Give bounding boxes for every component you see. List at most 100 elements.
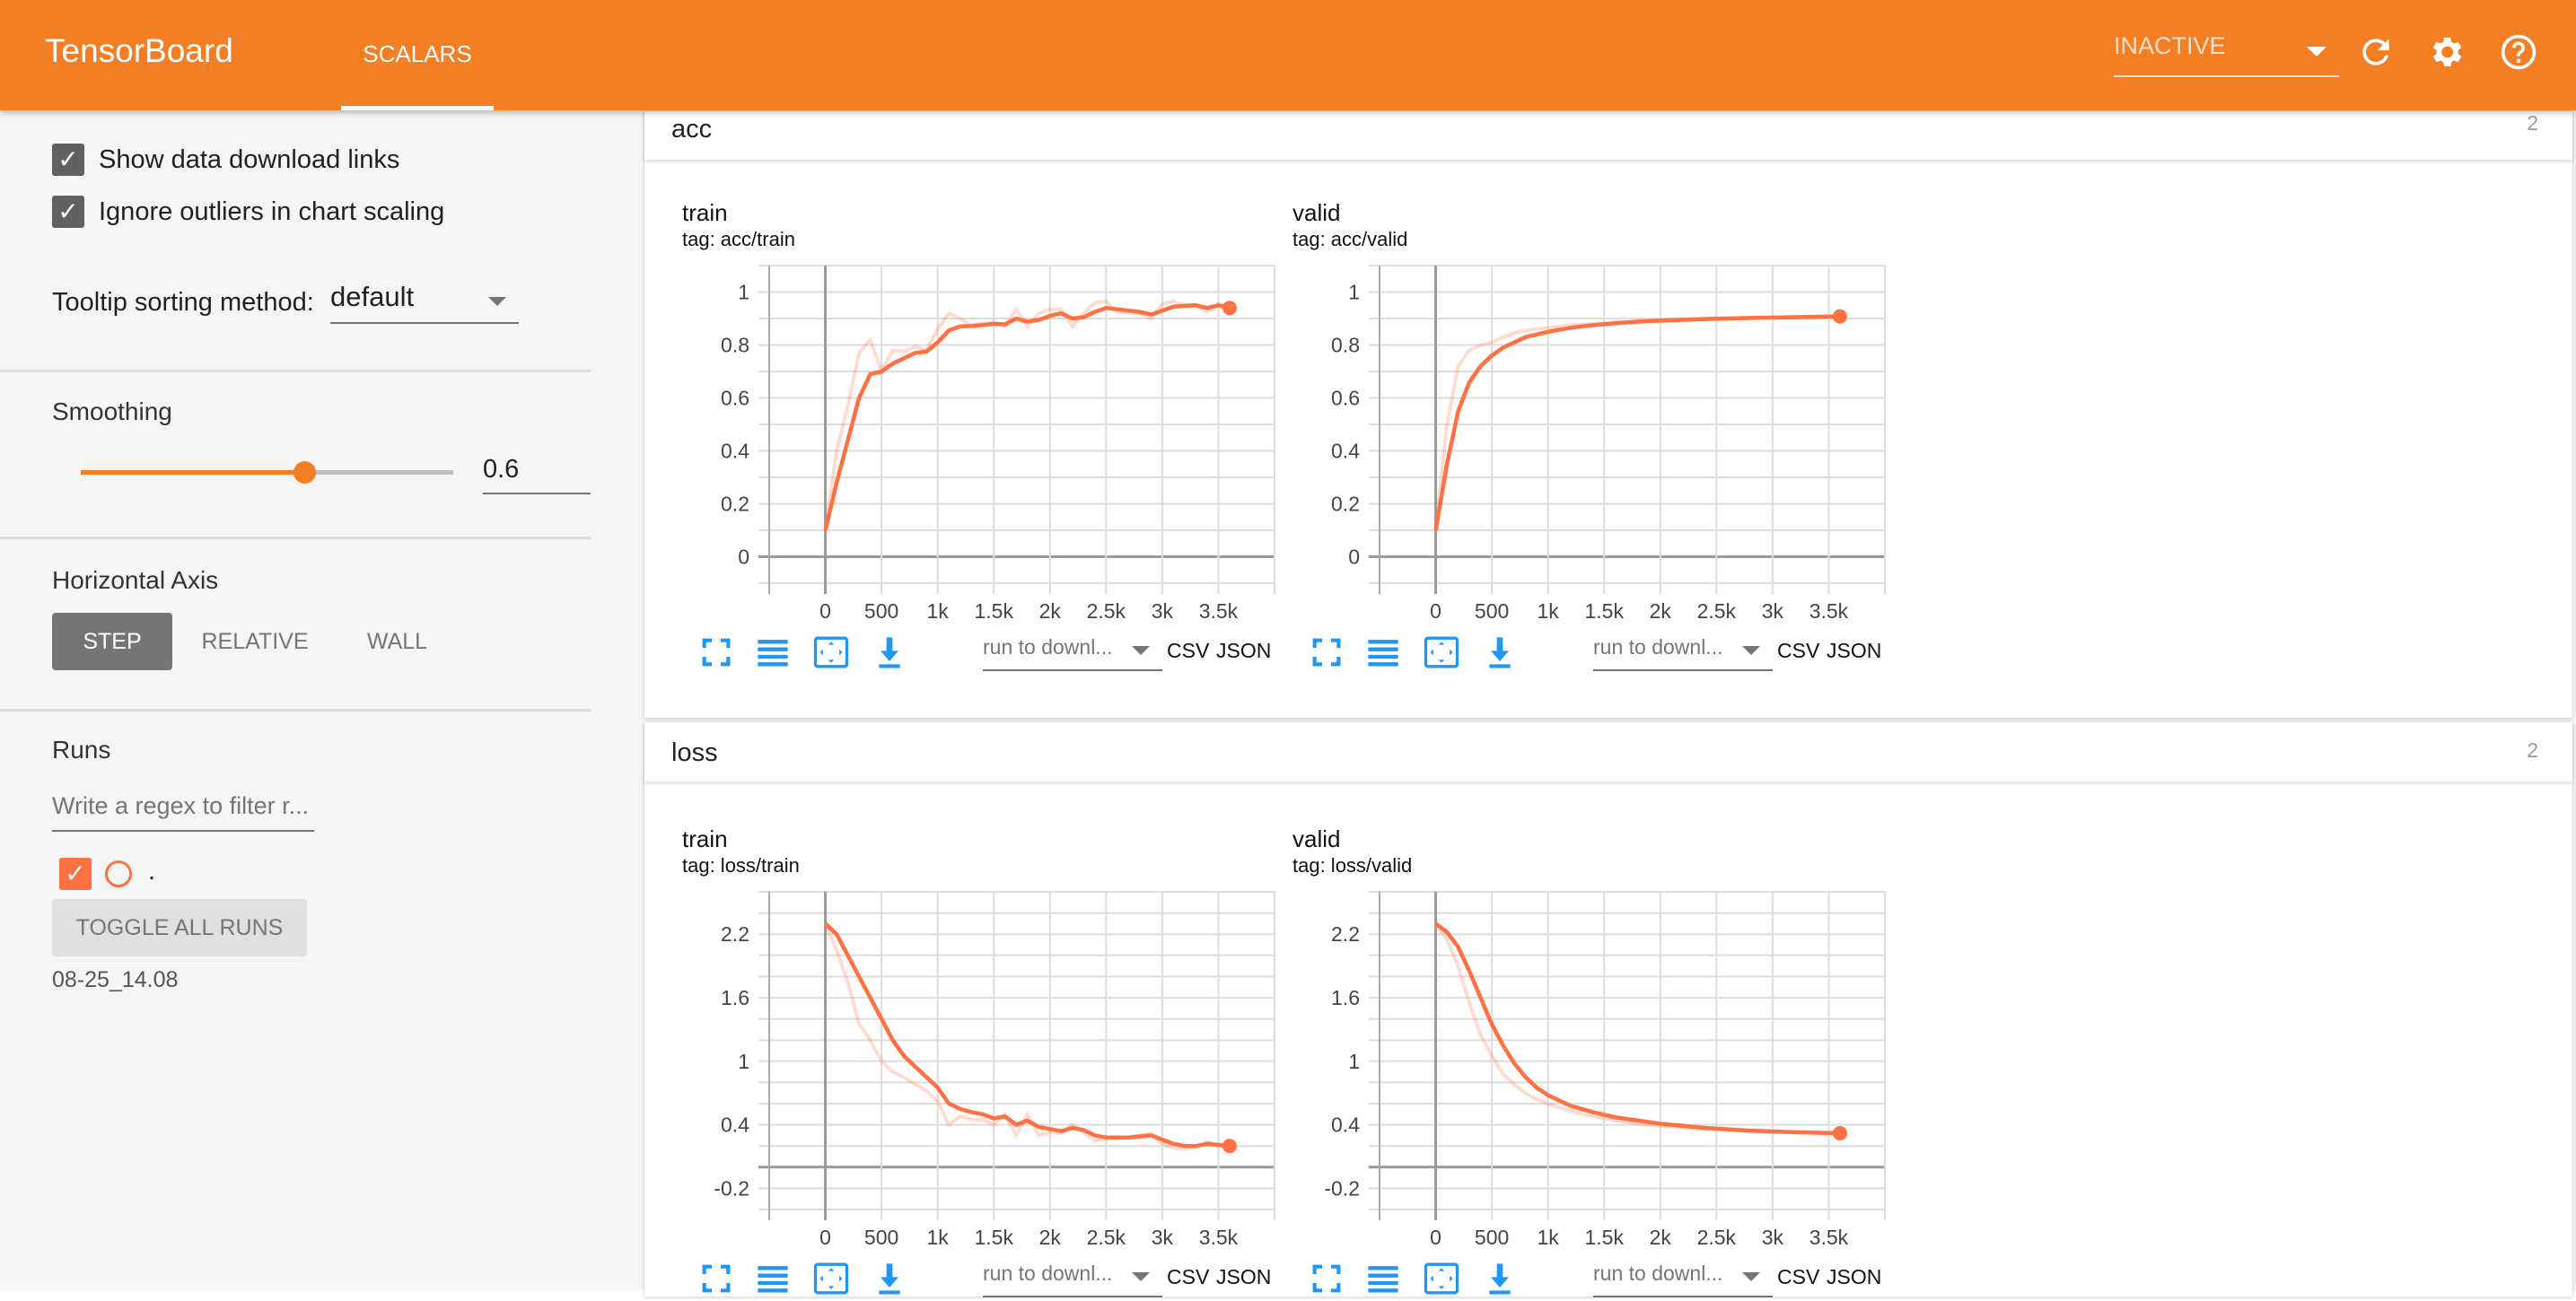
- chevron-down-icon: [1132, 646, 1150, 655]
- fullscreen-icon[interactable]: [698, 1261, 734, 1297]
- last-point-marker: [1222, 1139, 1237, 1154]
- x-tick-label: 1k: [927, 1226, 950, 1245]
- x-tick-label: 2.5k: [1697, 599, 1737, 619]
- y-tick-label: -0.2: [1324, 1176, 1360, 1200]
- line-chart[interactable]: 0 0.2 0.4 0.6 0.8 1 0 500 1k 1.5k 2k 2.5k 3k 3.5k: [682, 260, 1292, 619]
- csv-link[interactable]: CSV: [1777, 1265, 1819, 1289]
- fit-domain-icon[interactable]: [813, 1261, 849, 1297]
- x-tick-label: 500: [1475, 599, 1509, 619]
- run-download-select[interactable]: run to downl...: [983, 1262, 1162, 1297]
- x-tick-label: 2.5k: [1697, 1226, 1737, 1245]
- json-link[interactable]: JSON: [1827, 639, 1881, 663]
- tooltip-sorting-select[interactable]: default: [330, 281, 519, 324]
- y-tick-label: 0.8: [1331, 334, 1360, 357]
- raw-series-line: [823, 299, 1231, 531]
- dashboard-select-value: INACTIVE: [2114, 32, 2226, 59]
- refresh-icon[interactable]: [2356, 32, 2396, 72]
- chart-title: valid: [1292, 825, 1341, 852]
- gear-icon[interactable]: [2426, 32, 2466, 72]
- smoothing-slider[interactable]: [81, 461, 453, 484]
- run-download-placeholder: run to downl...: [983, 1262, 1113, 1285]
- show-download-links-checkbox[interactable]: ✓: [52, 144, 84, 176]
- download-icon[interactable]: [872, 634, 907, 670]
- y-tick-label: 0.6: [1331, 387, 1360, 410]
- y-tick-label: 0.4: [1331, 1113, 1360, 1137]
- y-tick-label: 1: [738, 281, 749, 304]
- x-tick-label: 2.5k: [1087, 599, 1126, 619]
- x-tick-label: 1k: [1538, 599, 1560, 619]
- smoothing-value-input[interactable]: 0.6: [483, 455, 591, 494]
- horizontal-axis-label: Horizontal Axis: [52, 566, 219, 594]
- y-tick-label: -0.2: [714, 1176, 749, 1200]
- run-download-select[interactable]: run to downl...: [983, 635, 1162, 671]
- csv-link[interactable]: CSV: [1167, 1265, 1209, 1289]
- run-download-placeholder: run to downl...: [1593, 635, 1723, 659]
- fit-domain-icon[interactable]: [1424, 1261, 1459, 1297]
- y-tick-label: 1: [738, 1050, 749, 1073]
- download-icon[interactable]: [1482, 1261, 1518, 1297]
- json-link[interactable]: JSON: [1216, 639, 1271, 663]
- tooltip-sorting-value: default: [330, 281, 415, 312]
- y-tick-label: 0.4: [721, 1113, 749, 1137]
- divider: [0, 709, 591, 712]
- run-color-radio[interactable]: [105, 860, 132, 887]
- toggle-log-scale-icon[interactable]: [1365, 634, 1401, 670]
- card-header-loss[interactable]: loss 2: [644, 722, 2572, 781]
- y-tick-label: 0.2: [1331, 493, 1360, 516]
- x-tick-label: 0: [819, 599, 831, 619]
- chevron-down-icon: [1742, 646, 1760, 655]
- download-icon[interactable]: [872, 1261, 907, 1297]
- x-tick-label: 3.5k: [1809, 599, 1849, 619]
- csv-link[interactable]: CSV: [1777, 639, 1819, 663]
- line-chart[interactable]: -0.2 0.4 1 1.6 2.2 0 500 1k 1.5k 2k 2.5k 3k 3.5k: [682, 886, 1292, 1245]
- x-tick-label: 3k: [1762, 1226, 1784, 1245]
- y-tick-label: 2.2: [721, 922, 749, 946]
- x-tick-label: 1.5k: [1584, 599, 1624, 619]
- download-icon[interactable]: [1482, 634, 1518, 670]
- x-tick-label: 3.5k: [1199, 1226, 1239, 1245]
- line-chart[interactable]: -0.2 0.4 1 1.6 2.2 0 500 1k 1.5k 2k 2.5k 3k 3.5k: [1292, 886, 1903, 1245]
- fit-domain-icon[interactable]: [1424, 634, 1459, 670]
- toggle-log-scale-icon[interactable]: [755, 1261, 791, 1297]
- y-tick-label: 0.2: [721, 493, 749, 516]
- runs-filter-input[interactable]: [52, 781, 314, 832]
- last-point-marker: [1832, 1126, 1847, 1141]
- app-title: TensorBoard: [45, 32, 233, 69]
- dashboard-select[interactable]: INACTIVE: [2114, 32, 2339, 77]
- chart-tag: tag: loss/valid: [1292, 854, 1413, 877]
- fullscreen-icon[interactable]: [698, 634, 734, 670]
- card-header-acc[interactable]: acc 2: [644, 111, 2572, 160]
- y-tick-label: 0: [1348, 546, 1360, 569]
- y-tick-label: 0.8: [721, 334, 749, 357]
- json-link[interactable]: JSON: [1827, 1265, 1881, 1289]
- fullscreen-icon[interactable]: [1309, 1261, 1345, 1297]
- toggle-log-scale-icon[interactable]: [755, 634, 791, 670]
- raw-series-line: [823, 922, 1231, 1151]
- tab-scalars[interactable]: SCALARS: [341, 0, 494, 110]
- axis-wall-button[interactable]: WALL: [346, 613, 449, 670]
- fullscreen-icon[interactable]: [1309, 634, 1345, 670]
- smoothing-slider-thumb[interactable]: [294, 461, 316, 484]
- csv-link[interactable]: CSV: [1167, 639, 1209, 663]
- x-tick-label: 1.5k: [974, 1226, 1013, 1245]
- chart-panel: train tag: acc/train 0 0.2 0.4 0.6 0.8 1 0 500 1…: [682, 199, 1292, 675]
- chart-title: train: [682, 199, 728, 226]
- x-tick-label: 3.5k: [1199, 599, 1239, 619]
- ignore-outliers-checkbox[interactable]: ✓: [52, 196, 84, 228]
- axis-step-button[interactable]: STEP: [52, 613, 172, 670]
- tooltip-sorting-label: Tooltip sorting method:: [52, 288, 314, 317]
- axis-relative-button[interactable]: RELATIVE: [184, 613, 326, 670]
- run-download-select[interactable]: run to downl...: [1593, 1262, 1773, 1297]
- line-chart[interactable]: 0 0.2 0.4 0.6 0.8 1 0 500 1k 1.5k 2k 2.5k 3k 3.5k: [1292, 260, 1903, 619]
- chart-panel: train tag: loss/train -0.2 0.4 1 1.6 2.2 0 500…: [682, 825, 1292, 1301]
- toggle-all-runs-button[interactable]: TOGGLE ALL RUNS: [52, 899, 307, 956]
- json-link[interactable]: JSON: [1216, 1265, 1271, 1289]
- toggle-log-scale-icon[interactable]: [1365, 1261, 1401, 1297]
- run-download-placeholder: run to downl...: [1593, 1262, 1723, 1285]
- help-icon[interactable]: [2499, 32, 2538, 72]
- run-download-select[interactable]: run to downl...: [1593, 635, 1773, 671]
- run-checkbox[interactable]: ✓: [59, 858, 92, 890]
- chart-panel: valid tag: acc/valid 0 0.2 0.4 0.6 0.8 1 0 500 1…: [1292, 199, 1903, 675]
- fit-domain-icon[interactable]: [813, 634, 849, 670]
- x-tick-label: 2k: [1650, 599, 1672, 619]
